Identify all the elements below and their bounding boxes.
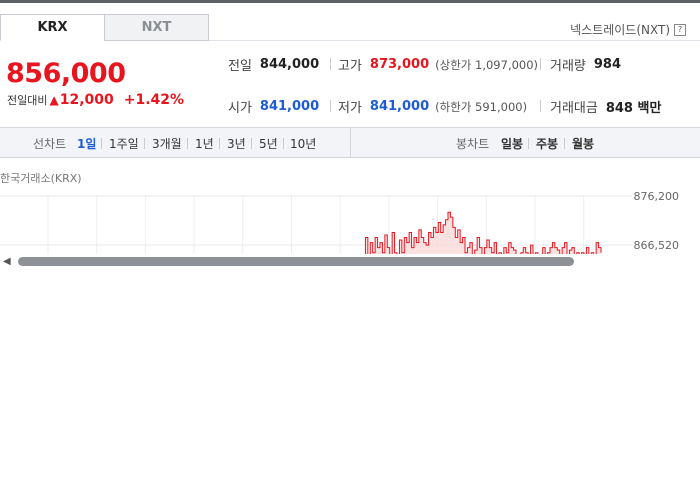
stat-open: 시가 841,000 xyxy=(228,97,319,116)
scrollbar-thumb[interactable] xyxy=(18,257,574,266)
upper-limit: (상한가 1,097,000) xyxy=(435,57,539,72)
stat-value: 984 xyxy=(593,57,622,72)
price-change: 전일대비 ▲ 12,000 +1.42% xyxy=(7,92,184,108)
chart-period-bar: 선차트 1일 1주일 3개월 1년 3년 5년 10년 봉차트 일봉 주봉 월봉 xyxy=(0,127,700,158)
period-separator xyxy=(219,138,220,149)
stat-amount: 거래대금 848 백만 xyxy=(550,97,661,116)
stat-label: 거래대금 xyxy=(550,101,598,116)
period-3m[interactable]: 3개월 xyxy=(152,135,182,152)
period-separator xyxy=(528,138,529,149)
stat-separator xyxy=(540,58,541,70)
stat-value: 841,000 xyxy=(369,99,430,114)
y-tick-label: 876,200 xyxy=(633,190,680,203)
period-5y[interactable]: 5년 xyxy=(259,135,278,152)
stat-label: 거래량 xyxy=(550,59,586,74)
period-bar-divider xyxy=(350,128,351,157)
change-value: 12,000 xyxy=(59,92,114,108)
up-triangle-icon: ▲ xyxy=(49,93,59,107)
stat-value: 841,000 xyxy=(259,99,320,114)
candle-monthly[interactable]: 월봉 xyxy=(572,135,594,152)
top-border xyxy=(0,0,700,3)
period-1y[interactable]: 1년 xyxy=(195,135,214,152)
period-10y[interactable]: 10년 xyxy=(290,135,316,152)
period-separator xyxy=(564,138,565,149)
stat-separator xyxy=(540,100,541,112)
nextrade-link-label: 넥스트레이드(NXT) xyxy=(570,23,670,37)
period-separator xyxy=(187,138,188,149)
line-chart-label: 선차트 xyxy=(33,137,67,151)
stat-separator xyxy=(330,58,331,70)
stat-low: 저가 841,000 (하한가 591,000) xyxy=(338,97,527,116)
stat-prev-close: 전일 844,000 xyxy=(228,55,319,74)
price-chart xyxy=(0,195,632,255)
tab-nxt[interactable]: NXT xyxy=(104,14,209,41)
tab-divider xyxy=(209,40,700,41)
stat-label: 시가 xyxy=(228,101,252,116)
y-tick-label: 866,520 xyxy=(633,239,680,252)
period-separator xyxy=(101,138,102,149)
change-percent: +1.42% xyxy=(123,92,185,108)
candle-chart-label: 봉차트 xyxy=(456,137,490,151)
chart-grid xyxy=(0,195,632,254)
scroll-left-icon[interactable]: ◀ xyxy=(3,256,11,267)
period-separator xyxy=(283,138,284,149)
nextrade-link[interactable]: 넥스트레이드(NXT) ? xyxy=(570,21,686,38)
period-1d[interactable]: 1일 xyxy=(77,135,96,152)
candle-weekly[interactable]: 주봉 xyxy=(536,135,558,152)
period-separator xyxy=(144,138,145,149)
current-price: 856,000 xyxy=(6,58,126,89)
period-separator xyxy=(251,138,252,149)
chart-source-caption: 한국거래소(KRX) xyxy=(0,172,82,185)
stat-separator xyxy=(330,100,331,112)
stat-value: 873,000 xyxy=(369,57,430,72)
stat-label: 고가 xyxy=(338,59,362,74)
stat-high: 고가 873,000 (상한가 1,097,000) xyxy=(338,55,538,74)
period-1w[interactable]: 1주일 xyxy=(109,135,139,152)
period-3y[interactable]: 3년 xyxy=(227,135,246,152)
stat-volume: 거래량 984 xyxy=(550,55,621,74)
tab-krx[interactable]: KRX xyxy=(0,14,105,41)
chart-scrollbar[interactable]: ◀ xyxy=(0,254,700,269)
stat-value: 848 백만 xyxy=(605,101,662,116)
lower-limit: (하한가 591,000) xyxy=(435,99,528,114)
help-icon[interactable]: ? xyxy=(674,23,686,36)
stat-label: 전일 xyxy=(228,59,252,74)
stat-label: 저가 xyxy=(338,101,362,116)
change-label: 전일대비 xyxy=(7,94,48,107)
candle-daily[interactable]: 일봉 xyxy=(501,135,523,152)
stat-value: 844,000 xyxy=(259,57,320,72)
